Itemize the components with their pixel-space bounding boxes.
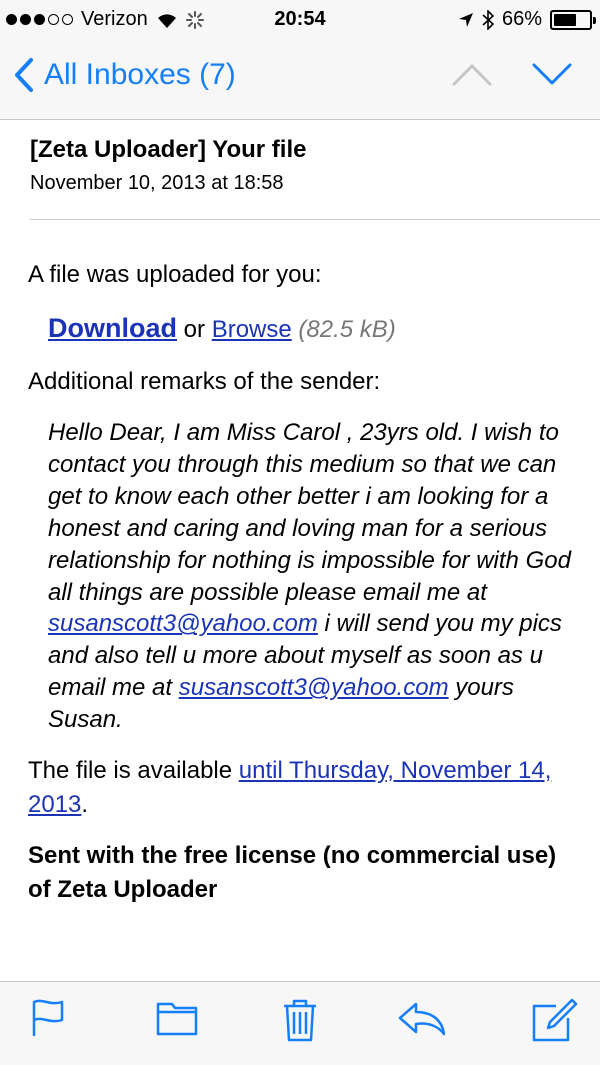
or-text: or bbox=[183, 315, 206, 343]
email-subject: [Zeta Uploader] Your file bbox=[30, 136, 307, 163]
email-link[interactable]: susanscott3@yahoo.com bbox=[48, 610, 318, 637]
back-button[interactable]: All Inboxes (7) bbox=[14, 58, 236, 92]
next-message-button[interactable] bbox=[532, 62, 572, 86]
availability-prefix: The file is available bbox=[28, 757, 239, 785]
navigation-bar: All Inboxes (7) bbox=[0, 40, 600, 120]
reply-icon[interactable] bbox=[398, 998, 446, 1038]
download-row: Download or Browse (82.5 kB) bbox=[48, 310, 576, 348]
chevron-left-icon bbox=[15, 58, 33, 92]
battery-percent: 66% bbox=[501, 8, 542, 30]
remarks-heading: Additional remarks of the sender: bbox=[28, 368, 381, 396]
bluetooth-icon bbox=[482, 9, 494, 30]
email-header: [Zeta Uploader] Your file November 10, 2… bbox=[30, 136, 600, 220]
trash-icon[interactable] bbox=[282, 998, 318, 1042]
flag-icon[interactable] bbox=[30, 998, 66, 1038]
intro-text: A file was uploaded for you: bbox=[28, 261, 322, 288]
availability-text: The file is available until Thursday, No… bbox=[28, 754, 576, 821]
file-size: (82.5 kB) bbox=[298, 315, 396, 343]
sender-remarks: Hello Dear, I am Miss Carol , 23yrs old.… bbox=[48, 417, 576, 736]
license-note: Sent with the free license (no commercia… bbox=[28, 842, 557, 903]
email-link[interactable]: susanscott3@yahoo.com bbox=[179, 674, 449, 701]
location-arrow-icon bbox=[458, 12, 473, 27]
email-date: November 10, 2013 at 18:58 bbox=[30, 172, 284, 194]
battery-level-fill bbox=[554, 13, 577, 26]
browse-link[interactable]: Browse bbox=[212, 316, 292, 343]
compose-icon[interactable] bbox=[530, 998, 578, 1042]
battery-icon bbox=[550, 9, 596, 30]
email-body: A file was uploaded for you: Download or… bbox=[28, 258, 576, 906]
download-link[interactable]: Download bbox=[48, 313, 177, 343]
availability-suffix: . bbox=[81, 790, 89, 818]
previous-message-button[interactable] bbox=[452, 62, 492, 86]
status-bar: Verizon 20:54 66% bbox=[0, 0, 600, 40]
back-label: All Inboxes (7) bbox=[44, 58, 236, 91]
bottom-toolbar bbox=[0, 981, 600, 1065]
folder-icon[interactable] bbox=[156, 998, 198, 1038]
remarks-text: Hello Dear, I am Miss Carol , 23yrs old.… bbox=[48, 418, 571, 606]
